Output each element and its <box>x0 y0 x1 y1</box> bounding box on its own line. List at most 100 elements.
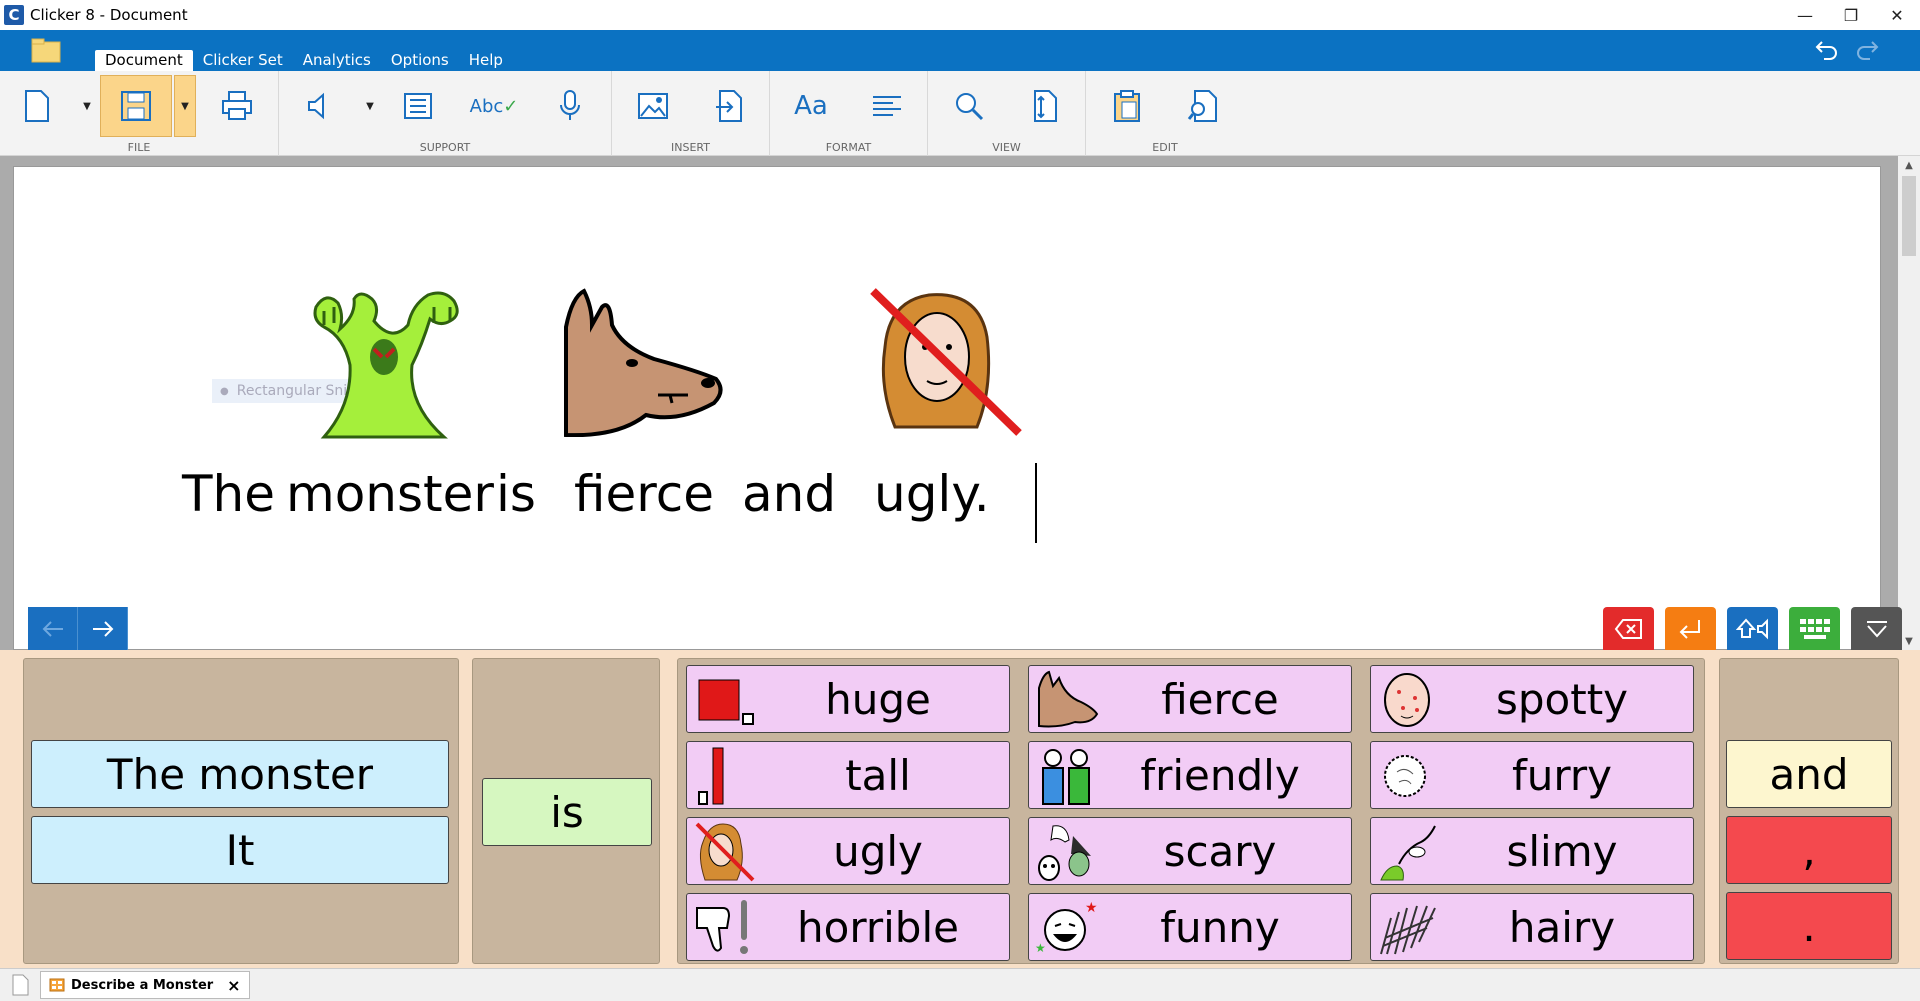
set-tab-bar: Describe a Monster × <box>0 968 1920 1001</box>
grid-cell-adjective[interactable]: friendly <box>1028 741 1352 809</box>
word-bank-button[interactable] <box>393 75 443 137</box>
tab-options[interactable]: Options <box>381 50 459 71</box>
grid-cell-adjective[interactable]: scary <box>1028 817 1352 885</box>
new-document-icon <box>25 90 49 122</box>
print-button[interactable] <box>212 75 262 137</box>
scroll-thumb[interactable] <box>1902 176 1916 256</box>
thumbs-down-icon <box>696 900 748 954</box>
furry-ball-icon <box>1384 755 1426 797</box>
monster-picture <box>313 291 459 439</box>
document-word[interactable]: ugly. <box>874 465 990 523</box>
voice-notes-button[interactable] <box>545 75 595 137</box>
speech-dropdown[interactable]: ▼ <box>359 75 381 137</box>
close-window-button[interactable]: ✕ <box>1874 0 1920 30</box>
document-word[interactable]: monster <box>286 465 494 523</box>
document-word[interactable]: The <box>182 465 275 523</box>
new-document-dropdown[interactable]: ▼ <box>76 75 98 137</box>
enter-button[interactable] <box>1665 607 1716 650</box>
grid-cell-period[interactable]: . <box>1726 892 1892 960</box>
menu-bar: Document Clicker Set Analytics Options H… <box>0 30 1920 71</box>
ribbon-group-view: VIEW <box>928 71 1086 156</box>
page-view-icon <box>1034 90 1057 122</box>
grid-cell-adjective[interactable]: fierce <box>1028 665 1352 733</box>
redo-icon[interactable] <box>1854 38 1880 62</box>
spell-check-icon: Abc <box>469 95 504 117</box>
insert-picture-button[interactable] <box>628 75 678 137</box>
keyboard-button[interactable] <box>1789 607 1840 650</box>
hairy-fur-icon <box>1380 905 1436 955</box>
ribbon-group-label: FORMAT <box>825 141 872 154</box>
scroll-up-arrow-icon[interactable]: ▲ <box>1898 156 1920 174</box>
document-word[interactable]: is <box>496 465 536 523</box>
insert-file-button[interactable] <box>704 75 754 137</box>
paste-button[interactable] <box>1102 75 1152 137</box>
keyboard-icon <box>1799 618 1830 639</box>
set-tab-label: Describe a Monster <box>71 977 214 993</box>
grid-tool-buttons <box>1603 607 1902 650</box>
grid-cell-verb[interactable]: is <box>482 778 652 846</box>
grid-cell-adjective[interactable]: huge <box>686 665 1010 733</box>
grid-cell-adjective[interactable]: furry <box>1370 741 1694 809</box>
grid-cell-subject[interactable]: It <box>31 816 449 884</box>
text-cursor <box>1035 463 1037 543</box>
minimize-button[interactable]: — <box>1782 0 1828 30</box>
tall-bar-icon <box>698 747 724 805</box>
wolf-picture <box>564 288 723 437</box>
clicker-app-icon: C <box>4 5 24 25</box>
grid-cell-adjective[interactable]: slimy <box>1370 817 1694 885</box>
microphone-icon <box>560 90 580 120</box>
speech-button[interactable] <box>295 75 345 137</box>
adjective-column: huge fierce spotty tall friendly furry u… <box>677 658 1705 964</box>
backspace-button[interactable] <box>1603 607 1654 650</box>
backspace-icon <box>1614 618 1642 639</box>
restore-button[interactable]: ❐ <box>1828 0 1874 30</box>
paragraph-button[interactable] <box>862 75 912 137</box>
document-page[interactable]: ● Rectangular Snip The monster is fierce … <box>13 166 1881 650</box>
grid-cell-adjective[interactable]: ugly <box>686 817 1010 885</box>
next-grid-button[interactable] <box>78 607 128 650</box>
grid-cell-adjective[interactable]: tall <box>686 741 1010 809</box>
printer-icon <box>222 91 252 120</box>
previous-grid-button[interactable] <box>28 607 78 650</box>
grid-cell-adjective[interactable]: spotty <box>1370 665 1694 733</box>
verb-column: is <box>472 658 660 964</box>
tab-document[interactable]: Document <box>95 50 193 71</box>
zoom-button[interactable] <box>944 75 994 137</box>
set-tab-describe-a-monster[interactable]: Describe a Monster × <box>40 971 250 999</box>
arrow-right-icon <box>92 620 113 637</box>
friendly-people-icon <box>1042 749 1090 805</box>
new-document-button[interactable] <box>12 75 62 137</box>
insert-file-icon <box>716 90 742 122</box>
save-button[interactable] <box>100 75 172 137</box>
document-word[interactable]: and <box>742 465 836 523</box>
folder-icon[interactable] <box>30 36 62 64</box>
font-button[interactable]: Aa <box>786 75 836 137</box>
ribbon-group-format: Aa FORMAT <box>770 71 928 156</box>
close-tab-icon[interactable]: × <box>227 976 240 995</box>
svg-text:★: ★ <box>1085 900 1098 916</box>
spotty-face-icon <box>1384 673 1430 727</box>
grid-cell-subject[interactable]: The monster <box>31 740 449 808</box>
page-view-button[interactable] <box>1020 75 1070 137</box>
save-dropdown[interactable]: ▼ <box>174 75 196 137</box>
tab-analytics[interactable]: Analytics <box>293 50 381 71</box>
picture-icon <box>638 93 668 119</box>
shift-speak-button[interactable] <box>1727 607 1778 650</box>
document-word[interactable]: fierce <box>574 465 714 523</box>
find-button[interactable] <box>1178 75 1228 137</box>
grid-cell-comma[interactable]: , <box>1726 816 1892 884</box>
undo-icon[interactable] <box>1814 38 1840 62</box>
clicker-set-icon <box>49 978 65 992</box>
hide-grid-button[interactable] <box>1851 607 1902 650</box>
vertical-scrollbar[interactable]: ▲ ▼ <box>1898 156 1920 650</box>
tab-clicker-set[interactable]: Clicker Set <box>193 50 293 71</box>
ribbon-toolbar: ▼ ▼ FILE ▼ Abc ✓ SUPPORT INSERT Aa FORMA… <box>0 71 1920 156</box>
grid-navigation <box>28 607 128 650</box>
grid-cell-adjective[interactable]: horrible <box>686 893 1010 961</box>
grid-cell-conjunction[interactable]: and <box>1726 740 1892 808</box>
tab-help[interactable]: Help <box>459 50 513 71</box>
new-set-icon[interactable] <box>8 973 32 997</box>
spell-check-button[interactable]: Abc ✓ <box>469 75 519 137</box>
grid-cell-adjective[interactable]: hairy <box>1370 893 1694 961</box>
grid-cell-adjective[interactable]: ★ ★ funny <box>1028 893 1352 961</box>
